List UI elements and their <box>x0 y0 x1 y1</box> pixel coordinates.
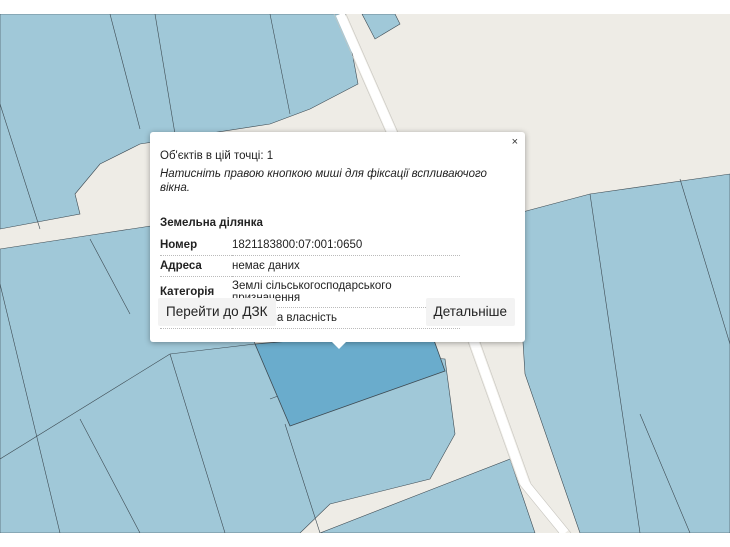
go-to-dzk-button[interactable]: Перейти до ДЗК <box>158 298 276 326</box>
attr-key: Номер <box>160 235 232 256</box>
table-row: Номер 1821183800:07:001:0650 <box>160 235 460 256</box>
table-row: Адреса немає даних <box>160 255 460 277</box>
feature-info-popup: × Об'єктів в цій точці: 1 Натисніть прав… <box>150 132 525 342</box>
attr-key: Адреса <box>160 255 232 277</box>
close-button[interactable]: × <box>512 136 518 148</box>
pin-hint: Натисніть правою кнопкою миші для фіксац… <box>160 168 487 194</box>
details-button[interactable]: Детальніше <box>425 298 515 326</box>
popup-pointer <box>330 340 348 349</box>
attr-value: 1821183800:07:001:0650 <box>232 235 460 256</box>
section-title: Земельна ділянка <box>160 217 263 229</box>
objects-count: Об'єктів в цій точці: 1 <box>160 150 274 162</box>
attr-value: немає даних <box>232 255 460 277</box>
